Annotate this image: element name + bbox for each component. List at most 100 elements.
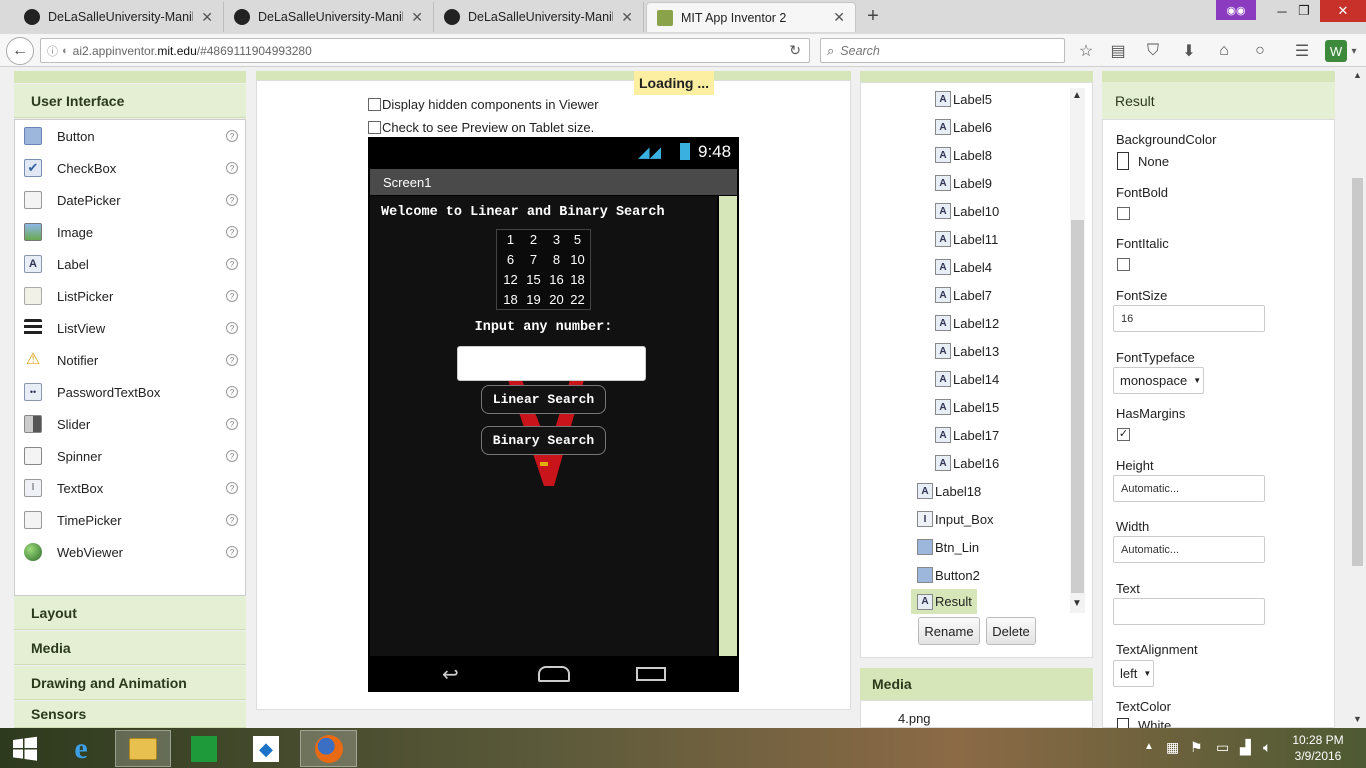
tree-node-label9[interactable]: A Label9 [935, 172, 992, 194]
palette-item-checkbox[interactable]: ✔ CheckBox? [15, 152, 245, 184]
tree-node-label5[interactable]: A Label5 [935, 88, 992, 110]
palette-item-datepicker[interactable]: DatePicker? [15, 184, 245, 216]
tree-node-label10[interactable]: A Label10 [935, 200, 999, 222]
extension-icon[interactable]: W [1325, 40, 1347, 62]
help-icon[interactable]: ? [226, 130, 238, 142]
tree-node-btn-lin[interactable]: Btn_Lin [917, 536, 979, 558]
input-box[interactable] [457, 346, 646, 381]
rename-button[interactable]: Rename [918, 617, 980, 645]
prop-text-color-value[interactable]: White [1138, 719, 1171, 728]
close-window-button[interactable]: ✕ [1320, 0, 1366, 22]
chat-icon[interactable]: ○ [1249, 40, 1271, 62]
palette-item-listpicker[interactable]: ListPicker? [15, 280, 245, 312]
palette-item-webviewer[interactable]: WebViewer? [15, 536, 245, 568]
tree-node-label14[interactable]: A Label14 [935, 368, 999, 390]
back-button[interactable]: ← [6, 37, 34, 65]
new-tab-button[interactable]: + [862, 5, 884, 27]
palette-category-layout[interactable]: Layout [14, 596, 246, 630]
help-icon[interactable]: ? [226, 450, 238, 462]
palette-item-button[interactable]: Button? [15, 120, 245, 152]
store-taskbar[interactable] [178, 730, 230, 767]
tree-node-label6[interactable]: A Label6 [935, 116, 992, 138]
tree-scrollbar-thumb[interactable] [1071, 220, 1084, 593]
reading-list-icon[interactable]: ▤ [1107, 40, 1129, 62]
pocket-icon[interactable]: ⛉ [1142, 40, 1164, 62]
show-hidden-checkbox[interactable] [368, 98, 381, 111]
palette-item-listview[interactable]: ListView? [15, 312, 245, 344]
help-icon[interactable]: ? [226, 194, 238, 206]
close-icon[interactable]: ✕ [411, 9, 423, 26]
signal-icon[interactable]: ▟ [1240, 739, 1251, 756]
palette-item-textbox[interactable]: I TextBox? [15, 472, 245, 504]
network-icon[interactable]: ▦ [1166, 739, 1179, 756]
help-icon[interactable]: ? [226, 162, 238, 174]
help-icon[interactable]: ? [226, 482, 238, 494]
power-icon[interactable]: ▭ [1216, 739, 1229, 756]
text-color-swatch[interactable] [1117, 718, 1129, 728]
help-icon[interactable]: ? [226, 354, 238, 366]
tree-node-label13[interactable]: A Label13 [935, 340, 999, 362]
close-icon[interactable]: ✕ [833, 9, 845, 26]
palette-item-spinner[interactable]: Spinner? [15, 440, 245, 472]
height-input[interactable]: Automatic... [1113, 475, 1265, 502]
maximize-button[interactable]: ❐ [1284, 0, 1324, 22]
search-bar[interactable]: ⌕ Search [820, 38, 1065, 63]
tree-node-label8[interactable]: A Label8 [935, 144, 992, 166]
scroll-up-icon[interactable]: ▲ [1353, 70, 1362, 80]
tree-node-label17[interactable]: A Label17 [935, 424, 999, 446]
menu-icon[interactable]: ☰ [1291, 40, 1313, 62]
tree-node-label11[interactable]: A Label11 [935, 228, 998, 250]
font-bold-checkbox[interactable] [1117, 207, 1130, 220]
chevron-down-icon[interactable]: ▾ [1348, 40, 1360, 62]
tree-node-label7[interactable]: A Label7 [935, 284, 992, 306]
tree-node-label16[interactable]: A Label16 [935, 452, 999, 474]
file-explorer-taskbar[interactable] [115, 730, 171, 767]
tree-node-label15[interactable]: A Label15 [935, 396, 999, 418]
font-italic-checkbox[interactable] [1117, 258, 1130, 271]
help-icon[interactable]: ? [226, 546, 238, 558]
scroll-up-icon[interactable]: ▲ [1072, 90, 1082, 101]
help-icon[interactable]: ? [226, 386, 238, 398]
linear-search-button[interactable]: Linear Search [481, 385, 606, 414]
text-input[interactable] [1113, 598, 1265, 625]
prop-background-color-value[interactable]: None [1138, 154, 1169, 169]
background-color-swatch[interactable] [1117, 152, 1129, 170]
tree-node-label4[interactable]: A Label4 [935, 256, 992, 278]
downloads-icon[interactable]: ⬇ [1178, 40, 1200, 62]
volume-icon[interactable]: 🔈︎ [1263, 739, 1271, 756]
palette-item-image[interactable]: Image? [15, 216, 245, 248]
palette-category-media[interactable]: Media [14, 631, 246, 665]
tab-delasalle-3[interactable]: DeLaSalleUniversity-Manil... ✕ [434, 2, 644, 32]
palette-item-notifier[interactable]: ⚠ Notifier? [15, 344, 245, 376]
delete-button[interactable]: Delete [986, 617, 1036, 645]
binary-search-button[interactable]: Binary Search [481, 426, 606, 455]
help-icon[interactable]: ? [226, 226, 238, 238]
palette-category-drawing-animation[interactable]: Drawing and Animation [14, 666, 246, 700]
scroll-down-icon[interactable]: ▼ [1353, 714, 1362, 724]
page-scrollbar-thumb[interactable] [1352, 178, 1363, 566]
tree-node-input-box[interactable]: I Input_Box [917, 508, 994, 530]
firefox-taskbar[interactable] [300, 730, 357, 767]
close-icon[interactable]: ✕ [621, 9, 633, 26]
url-bar[interactable]: ⓘ ◐ ai2.appinventor. mit.edu/#48691119049… [40, 38, 810, 63]
has-margins-checkbox[interactable]: ✓ [1117, 428, 1130, 441]
palette-item-timepicker[interactable]: TimePicker? [15, 504, 245, 536]
internet-explorer-taskbar[interactable]: e [55, 730, 107, 767]
dropbox-taskbar[interactable]: ◆ [240, 730, 292, 767]
palette-category-user-interface[interactable]: User Interface [14, 84, 246, 118]
tablet-preview-checkbox[interactable] [368, 121, 381, 134]
tab-app-inventor[interactable]: MIT App Inventor 2 ✕ [646, 2, 856, 32]
width-input[interactable]: Automatic... [1113, 536, 1265, 563]
media-file[interactable]: 4.png [898, 711, 931, 726]
help-icon[interactable]: ? [226, 258, 238, 270]
tree-node-button2[interactable]: Button2 [917, 564, 980, 586]
palette-item-slider[interactable]: Slider? [15, 408, 245, 440]
system-clock[interactable]: 10:28 PM 3/9/2016 [1285, 732, 1351, 764]
tab-delasalle-1[interactable]: DeLaSalleUniversity-Manil... ✕ [14, 2, 224, 32]
tab-delasalle-2[interactable]: DeLaSalleUniversity-Manil... ✕ [224, 2, 434, 32]
tree-node-label12[interactable]: A Label12 [935, 312, 999, 334]
scroll-down-icon[interactable]: ▼ [1072, 598, 1082, 609]
close-icon[interactable]: ✕ [201, 9, 213, 26]
help-icon[interactable]: ? [226, 290, 238, 302]
bookmark-star-icon[interactable]: ☆ [1075, 40, 1097, 62]
